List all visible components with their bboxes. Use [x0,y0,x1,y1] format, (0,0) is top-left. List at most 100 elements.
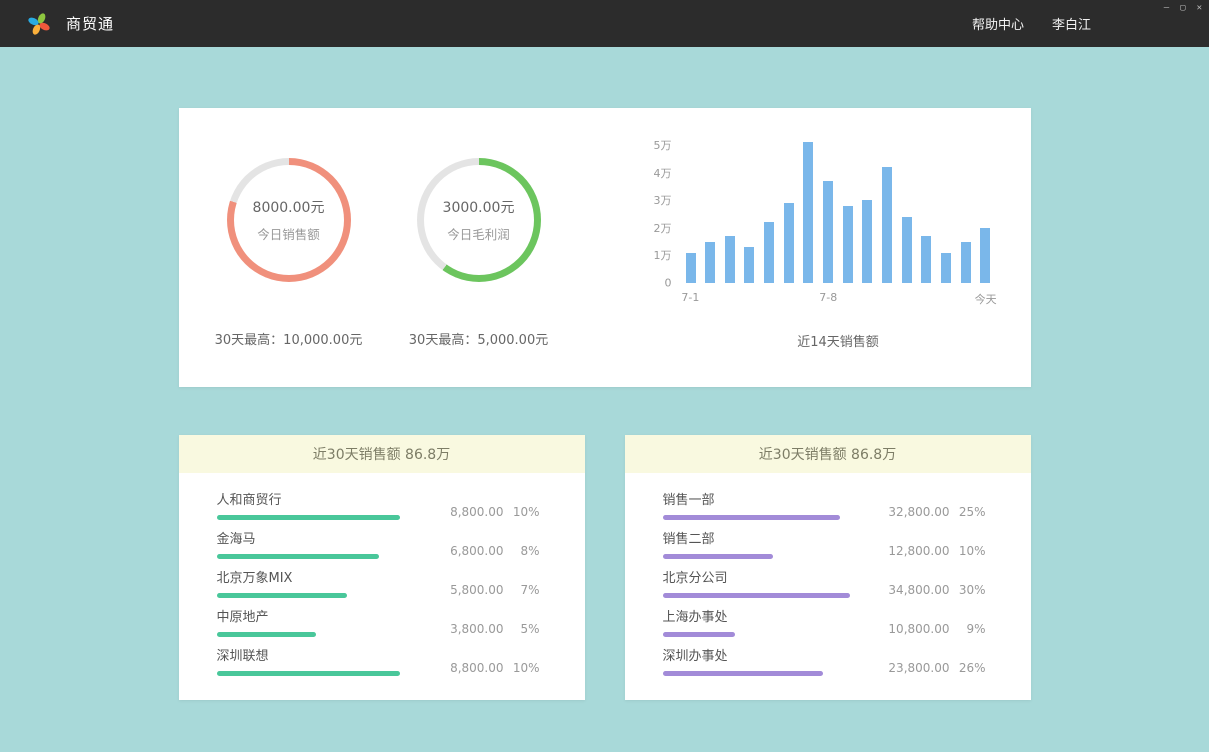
list-item: 人和商贸行 8,800.00 10% [217,493,540,520]
bar-chart-plot: 7-1 7-8 今天 近14天销售额 [686,145,991,387]
minimize-icon[interactable]: — [1164,2,1169,14]
today-sales-donut-chart: 8000.00元 今日销售额 [227,158,351,282]
main-content: 8000.00元 今日销售额 30天最高：10,000.00元 3000.00元… [179,108,1031,700]
y-axis-labels: 5万 4万 3万 2万 1万 0 [574,145,686,283]
bar [744,247,754,283]
department-name: 北京分公司 [663,571,850,587]
today-profit-label: 今日毛利润 [447,224,510,243]
list-item: 深圳办事处 23,800.00 26% [663,649,986,676]
progress-bar [217,593,348,598]
amount: 8,800.00 [422,505,504,519]
progress-bar [663,632,736,637]
bar [784,203,794,283]
progress-bar [663,671,824,676]
bar [705,242,715,283]
y-tick: 3万 [654,192,672,208]
close-icon[interactable]: ✕ [1197,2,1202,14]
department-name: 深圳办事处 [663,649,850,665]
progress-bar [217,554,380,559]
amount: 6,800.00 [422,544,504,558]
amount: 23,800.00 [868,661,950,675]
percent: 30% [950,583,986,597]
department-name: 上海办事处 [663,610,850,626]
bar [941,253,951,283]
list-item: 上海办事处 10,800.00 9% [663,610,986,637]
list-item: 深圳联想 8,800.00 10% [217,649,540,676]
donut-center: 8000.00元 今日销售额 [234,165,344,275]
percent: 10% [504,505,540,519]
bar [902,217,912,283]
today-profit-footnote: 30天最高：5,000.00元 [409,329,548,348]
percent: 8% [504,544,540,558]
sales-bar-chart: 5万 4万 3万 2万 1万 0 7-1 7-8 今天 近14天销售额 [574,108,991,387]
maximize-icon[interactable]: ▢ [1180,2,1185,14]
username-link[interactable]: 李白江 [1052,14,1091,33]
list-item: 销售二部 12,800.00 10% [663,532,986,559]
x-tick: 7-1 [681,291,699,304]
bar [725,236,735,283]
top-bar: 商贸通 帮助中心 李白江 — ▢ ✕ [0,0,1209,47]
topbar-links: 帮助中心 李白江 [972,14,1209,33]
bar-chart-caption: 近14天销售额 [686,331,991,350]
list-item: 中原地产 3,800.00 5% [217,610,540,637]
amount: 5,800.00 [422,583,504,597]
y-tick: 5万 [654,137,672,153]
today-sales-footnote: 30天最高：10,000.00元 [215,329,363,348]
x-axis-labels: 7-1 7-8 今天 [686,291,991,307]
progress-bar [217,632,316,637]
department-name: 销售二部 [663,532,850,548]
percent: 9% [950,622,986,636]
bottom-cards-row: 近30天销售额 86.8万 人和商贸行 8,800.00 10% 金海马 [179,435,1031,700]
percent: 10% [504,661,540,675]
amount: 8,800.00 [422,661,504,675]
progress-bar [663,515,841,520]
bar-chart-bars [686,145,991,283]
percent: 25% [950,505,986,519]
y-tick: 1万 [654,247,672,263]
bar [961,242,971,283]
y-tick: 0 [665,277,672,290]
customers-list: 人和商贸行 8,800.00 10% 金海马 6,800.00 [179,473,585,676]
today-sales-panel: 8000.00元 今日销售额 30天最高：10,000.00元 [194,108,384,387]
progress-bar [217,515,400,520]
amount: 10,800.00 [868,622,950,636]
today-sales-value: 8000.00元 [253,197,325,217]
window-controls: — ▢ ✕ [1164,2,1202,14]
progress-bar [217,671,400,676]
help-center-link[interactable]: 帮助中心 [972,14,1024,33]
bar [803,142,813,283]
amount: 34,800.00 [868,583,950,597]
x-tick: 7-8 [819,291,837,304]
percent: 26% [950,661,986,675]
y-tick: 2万 [654,220,672,236]
x-tick: 今天 [975,291,997,307]
bar [980,228,990,283]
app-title: 商贸通 [66,13,114,34]
customer-name: 人和商贸行 [217,493,404,509]
bar [921,236,931,283]
list-item: 北京分公司 34,800.00 30% [663,571,986,598]
customers-card-title: 近30天销售额 86.8万 [179,435,585,473]
departments-sales-card: 近30天销售额 86.8万 销售一部 32,800.00 25% 销售二部 [625,435,1031,700]
donut-center: 3000.00元 今日毛利润 [424,165,534,275]
bar [686,253,696,283]
bar [823,181,833,283]
percent: 10% [950,544,986,558]
percent: 7% [504,583,540,597]
customer-name: 中原地产 [217,610,404,626]
amount: 3,800.00 [422,622,504,636]
y-tick: 4万 [654,165,672,181]
amount: 32,800.00 [868,505,950,519]
customer-name: 金海马 [217,532,404,548]
bar [862,200,872,283]
customer-name: 深圳联想 [217,649,404,665]
today-profit-value: 3000.00元 [443,197,515,217]
departments-list: 销售一部 32,800.00 25% 销售二部 12,800.00 [625,473,1031,676]
bar [843,206,853,283]
customers-sales-card: 近30天销售额 86.8万 人和商贸行 8,800.00 10% 金海马 [179,435,585,700]
app-logo-pinwheel-icon [26,11,52,37]
progress-bar [663,593,850,598]
percent: 5% [504,622,540,636]
list-item: 北京万象MIX 5,800.00 7% [217,571,540,598]
today-profit-donut-chart: 3000.00元 今日毛利润 [417,158,541,282]
